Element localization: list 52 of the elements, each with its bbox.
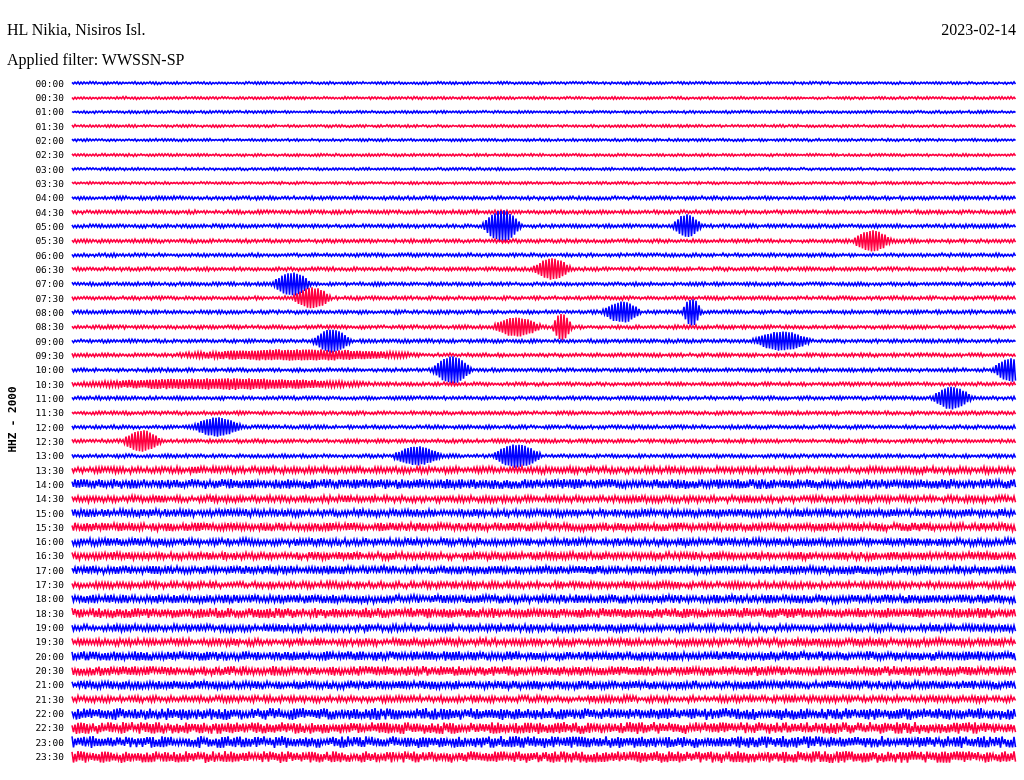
time-label: 18:30 — [34, 607, 64, 619]
time-label: 22:00 — [34, 708, 64, 720]
time-label: 23:00 — [34, 736, 64, 748]
time-label: 20:30 — [34, 665, 64, 677]
time-label: 00:00 — [34, 77, 64, 89]
time-label: 02:30 — [34, 149, 64, 161]
time-label: 06:00 — [34, 249, 64, 261]
axis-label: HHZ - 2000 — [5, 386, 19, 453]
time-label: 08:30 — [34, 321, 64, 333]
time-label: 18:00 — [34, 593, 64, 605]
time-label: 07:00 — [34, 278, 64, 290]
time-label: 23:30 — [34, 751, 64, 763]
time-label: 02:00 — [34, 134, 64, 146]
time-label: 12:30 — [34, 435, 64, 447]
time-label: 12:00 — [34, 421, 64, 433]
time-label: 11:00 — [34, 392, 64, 404]
time-label: 21:00 — [34, 679, 64, 691]
time-label: 03:00 — [34, 163, 64, 175]
time-label: 22:30 — [34, 722, 64, 734]
time-label: 19:30 — [34, 636, 64, 648]
time-label: 05:30 — [34, 235, 64, 247]
time-label: 11:30 — [34, 407, 64, 419]
time-label: 17:30 — [34, 579, 64, 591]
time-label: 05:00 — [34, 220, 64, 232]
station-title: HL Nikia, Nisiros Isl. — [7, 20, 146, 40]
time-label: 21:30 — [34, 693, 64, 705]
time-label: 01:30 — [34, 120, 64, 132]
time-label: 09:00 — [34, 335, 64, 347]
time-label: 04:30 — [34, 206, 64, 218]
time-label: 07:30 — [34, 292, 64, 304]
time-label: 09:30 — [34, 349, 64, 361]
time-label: 14:00 — [34, 478, 64, 490]
time-label: 16:30 — [34, 550, 64, 562]
time-label: 16:00 — [34, 536, 64, 548]
time-label: 08:00 — [34, 306, 64, 318]
time-label: 19:00 — [34, 622, 64, 634]
time-label: 13:00 — [34, 450, 64, 462]
time-label: 04:00 — [34, 192, 64, 204]
time-label: 20:00 — [34, 650, 64, 662]
time-label: 00:30 — [34, 92, 64, 103]
time-label: 13:30 — [34, 464, 64, 476]
time-label: 15:30 — [34, 521, 64, 533]
time-label: 01:00 — [34, 106, 64, 118]
time-label: 06:30 — [34, 263, 64, 275]
time-label: 03:30 — [34, 177, 64, 189]
date-label: 2023-02-14 — [941, 20, 1016, 40]
filter-label: Applied filter: WWSSN-SP — [6, 50, 186, 70]
time-label: 10:00 — [34, 364, 64, 376]
time-label: 10:30 — [34, 378, 64, 390]
time-label: 15:00 — [34, 507, 64, 519]
time-label: 14:30 — [34, 493, 64, 505]
time-label: 17:00 — [34, 564, 64, 576]
